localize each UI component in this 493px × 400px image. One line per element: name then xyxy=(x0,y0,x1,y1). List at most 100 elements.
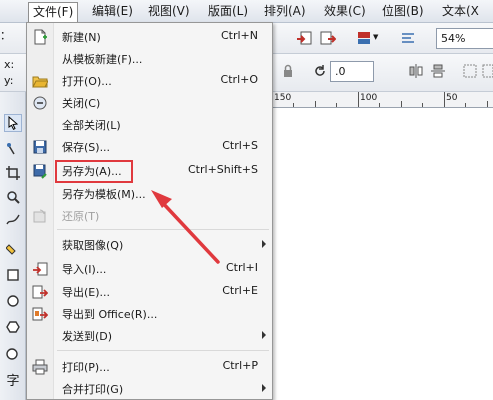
menu-item-shortcut: Ctrl+N xyxy=(220,29,258,42)
menu-arrange[interactable]: 排列(A) xyxy=(260,3,310,20)
menu-item-shortcut: Ctrl+P xyxy=(222,359,258,372)
text-tool-icon[interactable]: 字 xyxy=(4,370,22,389)
menu-item-shortcut: Ctrl+I xyxy=(225,261,258,274)
import-icon xyxy=(33,262,48,276)
menu-item-shortcut: Ctrl+S xyxy=(222,139,258,152)
menu-item-label: 打印(P)... xyxy=(62,361,110,374)
revert-icon xyxy=(33,209,46,223)
menu-item-label: 新建(N) xyxy=(62,31,101,44)
print-icon xyxy=(32,359,48,375)
menu-separator xyxy=(57,350,269,351)
menu-item-import[interactable]: 导入(I)... Ctrl+I xyxy=(28,258,272,280)
zoom-tool-icon[interactable] xyxy=(4,188,22,206)
menu-item-new-from-template[interactable]: 从模板新建(F)... xyxy=(28,48,272,70)
application-launcher-icon[interactable] xyxy=(356,30,372,46)
grid-icon[interactable] xyxy=(482,63,493,79)
menu-bitmaps[interactable]: 位图(B) xyxy=(378,3,428,20)
menu-item-open[interactable]: 打开(O)... Ctrl+O xyxy=(28,70,272,92)
smart-fill-tool-icon[interactable] xyxy=(4,240,22,258)
export-icon xyxy=(32,285,48,299)
rotate-icon xyxy=(315,65,325,76)
ruler-tick xyxy=(465,103,466,107)
ruler-tick xyxy=(336,103,337,107)
menu-item-label: 从模板新建(F)... xyxy=(62,53,143,66)
close-doc-icon xyxy=(33,96,47,110)
lock-ratio-icon[interactable] xyxy=(280,63,296,79)
freehand-tool-icon[interactable] xyxy=(4,210,22,228)
menu-item-label: 还原(T) xyxy=(62,210,100,223)
menu-item-label: 导入(I)... xyxy=(62,263,107,276)
ellipse-tool-icon[interactable] xyxy=(4,292,22,310)
mirror-vertical-icon[interactable] xyxy=(430,63,446,79)
file-menu: 新建(N) Ctrl+N 从模板新建(F)... 打开(O)... Ctrl+O… xyxy=(26,22,273,400)
submenu-arrow-icon xyxy=(262,384,266,392)
menu-item-save-as-template[interactable]: 另存为模板(M)... xyxy=(28,183,272,205)
ruler-tick xyxy=(444,92,445,107)
menu-item-send-to[interactable]: 发送到(D) xyxy=(28,325,272,347)
basic-shapes-tool-icon[interactable] xyxy=(4,344,22,362)
menu-item-close-all[interactable]: 全部关闭(L) xyxy=(28,114,272,136)
submenu-arrow-icon xyxy=(262,331,266,339)
menu-item-label: 发送到(D) xyxy=(62,330,113,343)
rotation-angle-field[interactable]: .0 xyxy=(330,61,374,82)
menu-item-label: 另存为模板(M)... xyxy=(62,188,146,201)
menu-separator xyxy=(57,229,269,230)
y-label: y: xyxy=(4,74,14,87)
rotation-angle-value: .0 xyxy=(335,65,346,78)
wrap-paragraph-icon[interactable] xyxy=(462,63,478,79)
zoom-level-combo[interactable]: 54% xyxy=(436,28,493,49)
ruler-label: 100 xyxy=(360,93,378,103)
menu-view[interactable]: 视图(V) xyxy=(144,3,194,20)
menu-item-shortcut: Ctrl+Shift+S xyxy=(188,163,258,176)
rectangle-tool-icon[interactable] xyxy=(4,266,22,284)
ruler-tick xyxy=(401,101,402,107)
submenu-arrow-icon xyxy=(262,240,266,248)
export-office-icon xyxy=(32,307,48,321)
save-icon xyxy=(33,140,47,154)
menu-item-merge-print[interactable]: 合并打印(G) xyxy=(28,378,272,400)
ruler-label: 50 xyxy=(446,93,458,103)
menu-item-new[interactable]: 新建(N) Ctrl+N xyxy=(28,26,272,48)
mirror-horizontal-icon[interactable] xyxy=(408,63,424,79)
horizontal-ruler: 150 100 50 xyxy=(272,92,493,108)
crop-tool-icon[interactable] xyxy=(4,164,22,182)
menu-item-acquire-image[interactable]: 获取图像(Q) xyxy=(28,234,272,256)
menu-item-shortcut: Ctrl+E xyxy=(222,284,258,297)
zoom-level-value: 54% xyxy=(441,32,466,45)
x-label: x: xyxy=(4,58,15,71)
ruler-tick xyxy=(422,103,423,107)
menu-item-label: 导出到 Office(R)... xyxy=(62,308,158,321)
import-icon[interactable] xyxy=(296,30,312,46)
menu-item-print[interactable]: 打印(P)... Ctrl+P xyxy=(28,356,272,378)
menu-item-label: 全部关闭(L) xyxy=(62,119,121,132)
welcome-screen-icon[interactable] xyxy=(400,30,416,46)
menu-item-close[interactable]: 关闭(C) xyxy=(28,92,272,114)
menu-item-label: 合并打印(G) xyxy=(62,383,124,396)
menu-text[interactable]: 文本(X xyxy=(438,3,483,20)
menu-layout[interactable]: 版面(L) xyxy=(204,3,252,20)
menu-item-export-to-office[interactable]: 导出到 Office(R)... xyxy=(28,303,272,325)
menu-item-label: 获取图像(Q) xyxy=(62,239,124,252)
launcher-dropdown-icon[interactable]: ▼ xyxy=(373,33,378,41)
menu-item-export[interactable]: 导出(E)... Ctrl+E xyxy=(28,281,272,303)
drawing-canvas[interactable] xyxy=(272,108,493,400)
shape-tool-icon[interactable] xyxy=(4,140,22,158)
save-as-highlight-box xyxy=(55,160,133,183)
export-icon[interactable] xyxy=(320,30,336,46)
menu-item-save[interactable]: 保存(S)... Ctrl+S xyxy=(28,136,272,158)
ruler-label: 150 xyxy=(274,93,292,103)
menu-item-label: 关闭(C) xyxy=(62,97,101,110)
ruler-tick xyxy=(293,103,294,107)
polygon-tool-icon[interactable] xyxy=(4,318,22,336)
menu-file[interactable]: 文件(F) xyxy=(28,2,79,23)
menu-item-revert: 还原(T) xyxy=(28,205,272,227)
menu-edit[interactable]: 编辑(E) xyxy=(88,3,137,20)
menu-item-label: 打开(O)... xyxy=(62,75,112,88)
menu-item-shortcut: Ctrl+O xyxy=(220,73,258,86)
menu-item-label: 导出(E)... xyxy=(62,286,111,299)
pick-tool-icon[interactable] xyxy=(4,114,22,132)
menu-effects[interactable]: 效果(C) xyxy=(320,3,370,20)
ruler-tick xyxy=(487,101,488,107)
menu-item-label: 保存(S)... xyxy=(62,141,111,154)
toolbar-separator: ： xyxy=(0,29,11,42)
